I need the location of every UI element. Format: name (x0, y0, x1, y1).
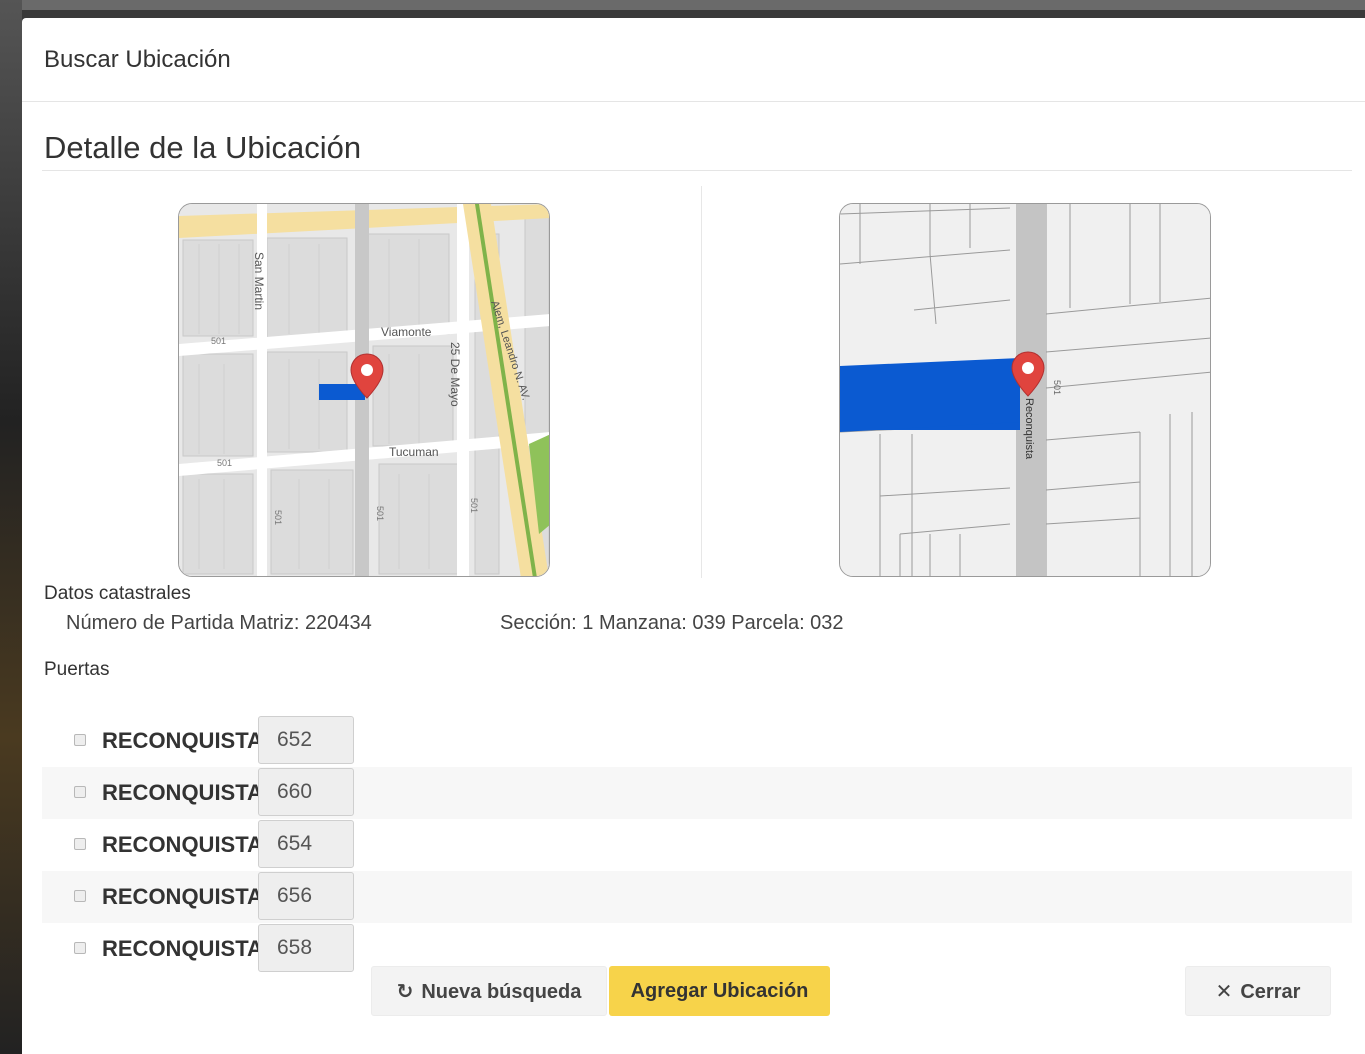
dialog-header: Buscar Ubicación (22, 18, 1365, 102)
door-row: RECONQUISTA 660 (42, 767, 1352, 819)
seccion-manzana-parcela: Sección: 1 Manzana: 039 Parcela: 032 (500, 612, 844, 634)
door-street: RECONQUISTA (102, 936, 263, 961)
door-street: RECONQUISTA (102, 832, 263, 857)
new-search-button[interactable]: ↻ Nueva búsqueda (371, 966, 607, 1016)
map-label-san-martin: San Martin (252, 252, 266, 310)
cadastral-heading: Datos catastrales (44, 583, 191, 604)
door-row: RECONQUISTA 652 (42, 715, 1352, 767)
add-location-label: Agregar Ubicación (630, 980, 809, 1002)
partida-matriz: Número de Partida Matriz: 220434 (66, 612, 372, 634)
door-street: RECONQUISTA (102, 780, 263, 805)
detail-label-street: Reconquista (1023, 398, 1035, 460)
door-checkbox[interactable] (74, 786, 86, 798)
door-checkbox[interactable] (74, 838, 86, 850)
map-label-code: 501 (211, 336, 226, 346)
refresh-icon: ↻ (396, 981, 414, 1003)
location-dialog: Buscar Ubicación Detalle de la Ubicación (22, 18, 1365, 1054)
doors-list: RECONQUISTA 652 RECONQUISTA 660 RECONQUI… (42, 715, 1352, 975)
backdrop (0, 0, 1365, 10)
close-label: Cerrar (1240, 981, 1301, 1003)
section-title: Detalle de la Ubicación (44, 130, 362, 165)
overview-map[interactable]: San Martin Viamonte 25 De Mayo Alem, Lea… (178, 203, 550, 577)
door-number-field[interactable]: 658 (258, 924, 354, 972)
map-label-viamonte: Viamonte (381, 325, 432, 339)
close-button[interactable]: ✕ Cerrar (1185, 966, 1331, 1016)
dialog-title: Buscar Ubicación (44, 46, 231, 73)
new-search-label: Nueva búsqueda (421, 981, 582, 1003)
door-checkbox[interactable] (74, 734, 86, 746)
door-street: RECONQUISTA (102, 884, 263, 909)
detail-label-code: 501 (1052, 380, 1062, 395)
door-checkbox[interactable] (74, 942, 86, 954)
door-row: RECONQUISTA 656 (42, 871, 1352, 923)
doors-heading: Puertas (44, 659, 110, 680)
map-label-code: 501 (217, 458, 232, 468)
add-location-button[interactable]: Agregar Ubicación (609, 966, 830, 1016)
map-label-code: 501 (375, 506, 385, 521)
map-label-code: 501 (273, 510, 283, 525)
section-divider (42, 170, 1352, 171)
overview-map-canvas: San Martin Viamonte 25 De Mayo Alem, Lea… (179, 204, 549, 576)
close-icon: ✕ (1215, 981, 1233, 1003)
backdrop-left (0, 0, 22, 1054)
door-row: RECONQUISTA 654 (42, 819, 1352, 871)
map-label-tucuman: Tucuman (389, 445, 439, 459)
map-label-25-de-mayo: 25 De Mayo (448, 342, 462, 407)
door-number-field[interactable]: 654 (258, 820, 354, 868)
detail-map-canvas: Reconquista 501 (840, 204, 1210, 576)
map-label-code: 501 (469, 498, 479, 513)
detail-map[interactable]: Reconquista 501 (839, 203, 1211, 577)
door-number-field[interactable]: 656 (258, 872, 354, 920)
door-number-field[interactable]: 660 (258, 768, 354, 816)
door-number-field[interactable]: 652 (258, 716, 354, 764)
door-street: RECONQUISTA (102, 728, 263, 753)
door-checkbox[interactable] (74, 890, 86, 902)
maps-divider (701, 186, 702, 578)
